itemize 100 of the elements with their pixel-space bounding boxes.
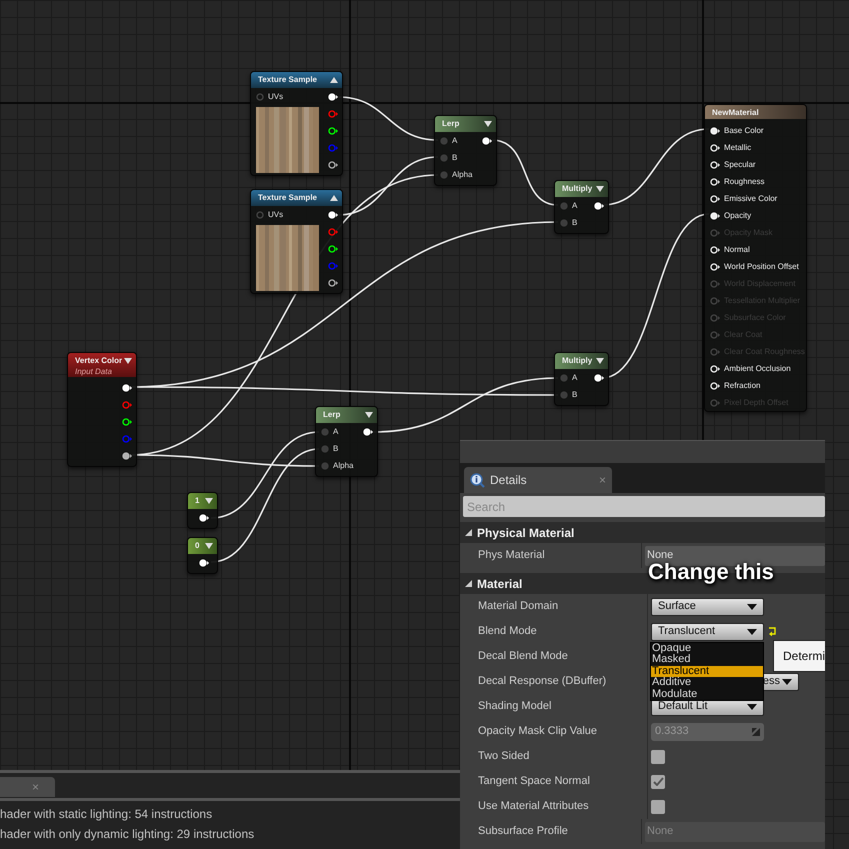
input-pin-icon[interactable] [440, 170, 448, 178]
expanded-icon[interactable] [464, 528, 473, 537]
input-pin-icon[interactable] [560, 374, 568, 382]
output-pin-icon[interactable] [328, 126, 338, 134]
node-subtitle: Input Data [75, 367, 113, 376]
section-title: Physical Material [477, 524, 574, 542]
input-pin-icon[interactable] [710, 246, 720, 254]
property-label: Opacity Mask Clip Value [460, 719, 648, 744]
graph-node[interactable]: Lerp A B Alpha [315, 406, 378, 477]
property-label: Blend Mode [460, 619, 648, 644]
input-pin-icon[interactable] [256, 210, 264, 218]
details-tab[interactable]: Details × [464, 467, 612, 493]
pin-label: A [572, 372, 578, 384]
pin-label: Alpha [452, 168, 472, 180]
graph-node[interactable]: Texture Sample UVs [250, 189, 343, 294]
checkbox[interactable] [651, 800, 665, 814]
output-pin-icon[interactable] [328, 92, 338, 100]
property-label: Decal Blend Mode [460, 644, 648, 669]
output-pin-icon[interactable] [328, 244, 338, 252]
output-pin-icon[interactable] [122, 418, 132, 426]
caret-icon [747, 628, 757, 634]
node-title: NewMaterial [712, 107, 759, 119]
pin-label: UVs [268, 208, 284, 220]
output-pin-icon[interactable] [328, 210, 338, 218]
menu-option[interactable]: Opaque [651, 643, 763, 654]
input-pin-icon[interactable] [710, 144, 720, 152]
output-pin-icon[interactable] [594, 202, 604, 210]
input-pin-icon[interactable] [256, 92, 264, 100]
input-pin-icon[interactable] [710, 126, 720, 134]
graph-node[interactable]: 1 [187, 492, 218, 529]
pin-label: A [572, 200, 578, 212]
node-title: Multiply [562, 183, 592, 195]
input-pin-icon[interactable] [710, 178, 720, 186]
input-pin-icon[interactable] [560, 218, 568, 226]
dropdown[interactable]: Surface [651, 598, 764, 616]
caret-icon [747, 604, 757, 610]
input-pin-icon[interactable] [710, 194, 720, 202]
collapse-arrow-icon[interactable] [330, 195, 338, 201]
search-field[interactable]: Search [463, 496, 825, 517]
stats-line: hader with only dynamic lighting: 29 instructions [0, 826, 256, 843]
expand-arrow-icon[interactable] [205, 543, 213, 549]
graph-node[interactable] [704, 104, 807, 412]
output-pin-icon[interactable] [363, 428, 373, 436]
input-pin-icon[interactable] [440, 154, 448, 162]
stats-line: hader with static lighting: 54 instructions [0, 806, 214, 823]
node-title: 1 [195, 495, 200, 507]
output-pin-icon[interactable] [122, 452, 132, 460]
input-pin-icon[interactable] [321, 462, 329, 470]
reset-arrow-icon[interactable] [768, 627, 777, 636]
input-pin-icon[interactable] [710, 382, 720, 390]
expand-arrow-icon[interactable] [365, 412, 373, 418]
input-pin-icon[interactable] [440, 136, 448, 144]
expand-arrow-icon[interactable] [596, 186, 604, 192]
output-pin-icon[interactable] [199, 514, 209, 522]
output-pin-icon[interactable] [594, 374, 604, 382]
collapse-arrow-icon[interactable] [330, 77, 338, 83]
menu-option[interactable]: Translucent [651, 666, 763, 678]
graph-node[interactable]: 0 [187, 537, 218, 574]
expand-arrow-icon[interactable] [124, 358, 132, 364]
dropdown[interactable]: Translucent [651, 622, 764, 640]
expand-arrow-icon[interactable] [484, 121, 492, 127]
output-pin-icon[interactable] [328, 160, 338, 168]
graph-node[interactable]: Texture Sample UVs [250, 71, 343, 176]
graph-node[interactable]: Multiply A B [554, 352, 609, 406]
input-pin-icon[interactable] [560, 202, 568, 210]
graph-node[interactable]: Multiply A B [554, 180, 609, 234]
input-pin-icon[interactable] [321, 444, 329, 452]
input-pin-icon[interactable] [710, 160, 720, 168]
output-pin-icon[interactable] [328, 278, 338, 286]
checkbox[interactable] [651, 774, 665, 788]
input-pin-icon[interactable] [710, 364, 720, 372]
section-title: Material [477, 576, 522, 592]
pin-label: A [452, 134, 458, 146]
output-pin-icon[interactable] [199, 558, 209, 566]
pin-label: Refraction [724, 380, 760, 392]
input-pin-icon[interactable] [710, 262, 720, 270]
resize-icon[interactable] [752, 728, 760, 736]
node-title: Lerp [442, 118, 460, 130]
pin-label: Alpha [333, 460, 354, 472]
menu-option[interactable]: Additive [651, 677, 763, 689]
input-pin-icon[interactable] [560, 390, 568, 398]
input-pin-icon[interactable] [710, 212, 720, 220]
output-pin-icon[interactable] [122, 384, 132, 392]
pin-label: Metallic [724, 142, 752, 154]
menu-option[interactable]: Masked [651, 654, 763, 666]
checkbox[interactable] [651, 750, 665, 764]
pin-label: Opacity [724, 210, 752, 222]
menu-option[interactable]: Modulate [651, 688, 763, 700]
expand-arrow-icon[interactable] [596, 358, 604, 364]
expand-arrow-icon[interactable] [205, 498, 213, 504]
caret-icon [782, 678, 792, 684]
output-pin-icon[interactable] [482, 136, 492, 144]
expanded-icon[interactable] [464, 579, 473, 588]
node-title: Vertex Color [75, 355, 122, 367]
node-title: Multiply [562, 355, 592, 367]
node-title: 0 [195, 540, 200, 552]
graph-node[interactable]: Vertex Color Input Data [67, 352, 137, 467]
pin-label: Specular [724, 158, 756, 170]
input-pin-icon[interactable] [321, 428, 329, 436]
graph-node[interactable]: Lerp A B Alpha [434, 115, 497, 186]
